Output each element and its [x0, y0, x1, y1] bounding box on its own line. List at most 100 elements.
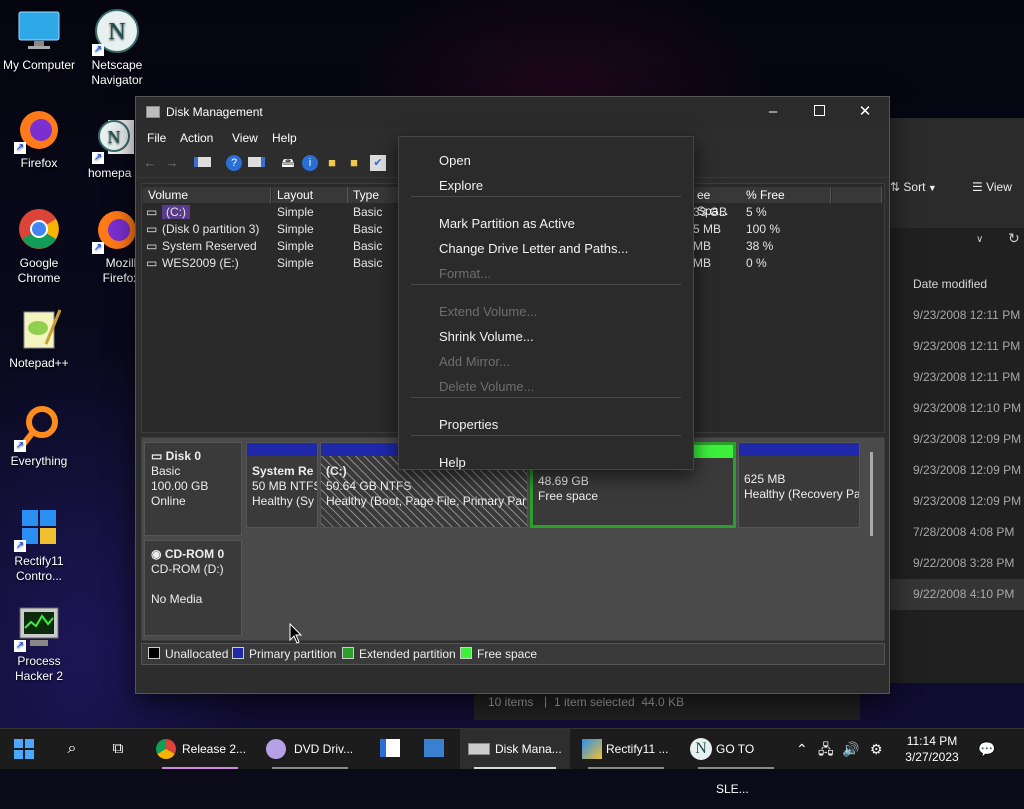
close-button[interactable]: ✕: [842, 97, 888, 127]
chevron-up-icon[interactable]: ⌃: [796, 729, 808, 769]
desktop-icon-firefox[interactable]: ↗ Firefox: [0, 106, 82, 171]
windows-logo-icon: ↗: [14, 504, 62, 552]
volume-free-space: 33 GB: [693, 205, 728, 219]
network-icon[interactable]: 🖧: [818, 729, 834, 769]
column-header-volume[interactable]: Volume: [143, 187, 271, 203]
search-button[interactable]: ⌕: [52, 729, 92, 769]
desktop-icon-netscape[interactable]: N ↗ Netscape Navigator: [74, 8, 160, 88]
volume-type: Basic: [353, 256, 383, 270]
volume-type: Basic: [353, 239, 383, 253]
settings-gear-icon[interactable]: ⚙: [870, 729, 883, 769]
partition-size: 625 MB: [744, 472, 786, 486]
desktop-icon-label: Firefox: [20, 156, 58, 170]
windows-start-icon: [14, 739, 34, 759]
partition-system-reserved[interactable]: System Re 50 MB NTFS Healthy (Sy: [246, 442, 318, 528]
desktop-icon-everything[interactable]: ↗ Everything: [0, 404, 82, 469]
context-menu-item[interactable]: Properties: [439, 417, 498, 432]
forward-arrow-icon[interactable]: →: [164, 155, 180, 171]
taskbar-item-dvd-drive[interactable]: DVD Driv...: [258, 729, 362, 769]
column-header-extra[interactable]: [832, 187, 882, 203]
minimize-button[interactable]: –: [750, 97, 796, 127]
desktop-icon-my-computer[interactable]: My Computer: [0, 8, 82, 73]
desktop-icon-notepadpp[interactable]: Notepad++: [0, 306, 82, 371]
context-menu-item: Add Mirror...: [439, 354, 510, 369]
show-hide-console-icon[interactable]: [194, 155, 211, 171]
refresh-icon[interactable]: ↻: [1008, 230, 1020, 247]
help-icon[interactable]: ?: [226, 155, 242, 171]
column-header-percent-free[interactable]: % Free: [741, 187, 831, 203]
context-menu-separator: [411, 284, 681, 285]
desktop-icon-process-hacker[interactable]: ↗ Process Hacker 2: [0, 604, 82, 684]
taskbar-item-rectify11[interactable]: Rectify11 ...: [574, 729, 678, 769]
process-hacker-icon: ↗: [14, 604, 62, 652]
shortcut-arrow-icon: ↗: [14, 142, 26, 154]
disk0-label[interactable]: ▭ Disk 0 Basic 100.00 GB Online: [144, 442, 242, 536]
check-icon[interactable]: ✔: [370, 155, 386, 171]
monitor-icon: [16, 8, 62, 54]
volume-drive-icon: ▭: [146, 205, 158, 219]
clock[interactable]: 11:14 PM 3/27/2023: [898, 733, 966, 765]
info-icon[interactable]: i: [302, 155, 318, 171]
context-menu-item[interactable]: Shrink Volume...: [439, 329, 534, 344]
taskbar-item-control-panel[interactable]: [414, 729, 454, 769]
partition-status: Free space: [538, 489, 599, 503]
view-button[interactable]: ☰ View: [972, 180, 1012, 194]
column-header-layout[interactable]: Layout: [272, 187, 348, 203]
context-menu-item[interactable]: Help: [439, 455, 466, 470]
menu-view[interactable]: View: [232, 131, 258, 145]
netscape-doc-icon: N ↗: [92, 116, 140, 164]
control-panel-icon: [424, 739, 444, 757]
context-menu-separator: [411, 397, 681, 398]
column-header-free-space[interactable]: ee Spa...: [692, 187, 742, 218]
chevron-down-icon[interactable]: ∨: [976, 234, 983, 245]
desktop-icon-label: Everything: [10, 454, 68, 468]
context-menu-item[interactable]: Open: [439, 153, 471, 168]
cdrom-icon: ◉: [151, 547, 165, 561]
taskbar-item-notepad[interactable]: [370, 729, 410, 769]
taskbar-item-chrome[interactable]: Release 2...: [148, 729, 252, 769]
shortcut-arrow-icon: ↗: [92, 242, 104, 254]
menu-file[interactable]: File: [147, 131, 166, 145]
context-menu-item[interactable]: Explore: [439, 178, 483, 193]
task-view-button[interactable]: ⧉: [98, 729, 138, 769]
partition-recovery[interactable]: 625 MB Healthy (Recovery Pa: [738, 442, 860, 528]
menu-help[interactable]: Help: [272, 131, 297, 145]
maximize-button[interactable]: [796, 97, 842, 127]
context-menu-item[interactable]: Change Drive Letter and Paths...: [439, 241, 628, 256]
taskbar-item-disk-management[interactable]: Disk Mana...: [460, 729, 570, 769]
search-magnifier-icon: ↗: [14, 404, 62, 452]
menu-action[interactable]: Action: [180, 131, 213, 145]
cdrom0-label[interactable]: ◉ CD-ROM 0 CD-ROM (D:) No Media: [144, 540, 242, 636]
file-date-modified: 9/23/2008 12:11 PM: [913, 370, 1021, 384]
title-bar[interactable]: Disk Management – ✕: [136, 97, 889, 127]
context-menu-item: Extend Volume...: [439, 304, 538, 319]
sort-button[interactable]: ⇅ Sort ▼: [890, 180, 937, 194]
taskbar: ⌕ ⧉ Release 2... DVD Driv... Disk Mana..…: [0, 728, 1024, 796]
legend-free-space: Free space: [460, 647, 537, 661]
desktop-icon-rectify11[interactable]: ↗ Rectify11 Contro...: [0, 504, 82, 584]
context-menu-item[interactable]: Mark Partition as Active: [439, 216, 575, 231]
column-header-type[interactable]: Type: [348, 187, 404, 203]
volume-drive-icon: ▭: [146, 239, 158, 253]
volume-free-space: MB: [693, 256, 711, 270]
volume-layout: Simple: [277, 205, 314, 219]
address-bar[interactable]: [890, 228, 1024, 254]
back-arrow-icon[interactable]: ←: [142, 155, 158, 171]
explore-folder-icon[interactable]: ■: [346, 155, 362, 171]
open-folder-icon[interactable]: ■: [324, 155, 340, 171]
volume-icon[interactable]: 🔊: [842, 729, 859, 769]
context-menu-separator: [411, 435, 681, 436]
column-header-date[interactable]: Date modified: [913, 277, 987, 291]
notepadpp-icon: [16, 306, 62, 352]
rectify11-icon: [582, 739, 602, 759]
notification-icon[interactable]: 💬: [978, 729, 995, 769]
rescan-disks-icon[interactable]: 🖴: [280, 155, 296, 171]
start-button[interactable]: [4, 729, 44, 769]
show-hide-action-pane-icon[interactable]: [248, 155, 265, 171]
taskbar-item-netscape[interactable]: N GO TO SLE...: [684, 729, 788, 796]
status-item-count: 10 items: [488, 695, 534, 709]
vertical-scrollbar[interactable]: [870, 452, 873, 536]
partition-size: 50.64 GB NTFS: [326, 479, 412, 493]
desktop-icon-chrome[interactable]: Google Chrome: [0, 206, 82, 286]
partition-size: 50 MB NTFS: [252, 479, 318, 493]
